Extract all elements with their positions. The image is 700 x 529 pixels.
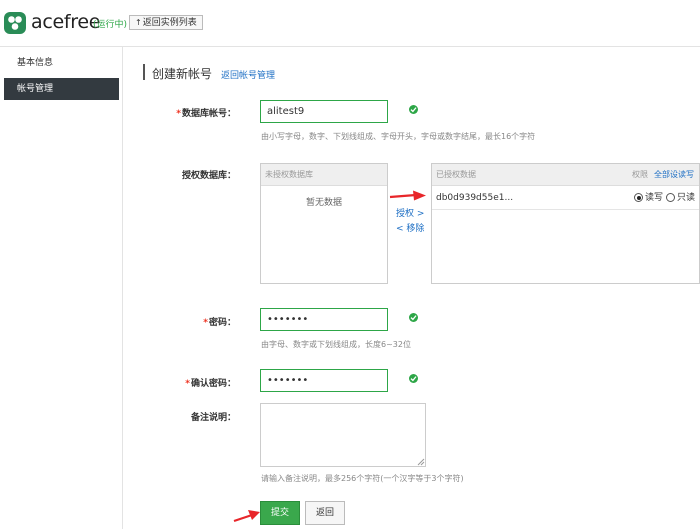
account-label: *数据库帐号： [144,106,236,119]
authorized-db-list: 已授权数据 权限 全部设读写 db0d939d55e1... 读写 只读 [431,163,700,284]
check-icon [409,313,418,322]
sidebar-item-account-management[interactable]: 帐号管理 [4,78,119,100]
permission-header: 权限 [632,170,648,179]
back-to-instance-list-button[interactable]: ↑返回实例列表 [129,15,203,30]
authorized-db-header-label: 已授权数据 [436,170,476,179]
remark-textarea[interactable] [260,403,426,467]
sidebar-item-label: 帐号管理 [17,84,54,94]
arrow-up-icon: ↑ [135,18,142,27]
remark-label: 备注说明： [190,413,236,423]
check-icon [409,374,418,383]
remove-button[interactable]: < 移除 [396,221,424,234]
remark-hint: 请输入备注说明，最多256个字符(一个汉字等于3个字符) [261,474,464,483]
confirm-password-label: *确认密码： [144,376,236,389]
grant-button[interactable]: 授权 > [396,206,424,219]
password-label-text: 密码： [208,318,236,328]
unauthorized-db-header: 未授权数据库 [261,164,387,186]
read-write-label: 读写 [645,193,664,203]
password-input[interactable] [260,308,388,331]
status-badge: (运行中) [93,20,128,30]
instance-name: acefree [31,11,101,33]
unauthorized-db-list[interactable]: 未授权数据库 暂无数据 [260,163,388,284]
authorized-db-header: 已授权数据 权限 全部设读写 [432,164,699,186]
confirm-password-input[interactable] [260,369,388,392]
back-to-instance-list-label: 返回实例列表 [142,18,197,28]
authorized-db-row[interactable]: db0d939d55e1... 读写 只读 [432,186,699,210]
read-write-radio[interactable] [634,193,643,202]
required-mark: * [176,109,181,119]
app-logo-icon [4,12,26,34]
annotation-arrow-icon [389,190,426,201]
db-name: db0d939d55e1... [436,193,514,203]
header: acefree (运行中) ↑返回实例列表 [0,0,700,46]
databases-label: 授权数据库： [181,171,236,181]
account-hint: 由小写字母，数字、下划线组成、字母开头，字母或数字结尾，最长16个字符 [261,132,536,141]
back-button[interactable]: 返回 [305,501,345,525]
set-all-read-write-link[interactable]: 全部设读写 [654,164,694,186]
back-to-account-management-link[interactable]: 返回帐号管理 [221,68,275,81]
required-mark: * [203,318,208,328]
sidebar-item-label: 基本信息 [17,58,54,68]
account-name-input[interactable] [260,100,388,123]
read-only-label: 只读 [677,193,696,203]
confirm-password-label-text: 确认密码： [190,379,236,389]
empty-state-text: 暂无数据 [305,198,342,208]
required-mark: * [185,379,190,389]
submit-button[interactable]: 提交 [260,501,300,525]
account-label-text: 数据库帐号： [181,109,236,119]
password-label: *密码： [144,315,236,328]
sidebar: 基本信息 帐号管理 [0,47,123,529]
resize-grip-icon[interactable] [417,458,425,466]
password-hint: 由字母、数字或下划线组成，长度6~32位 [261,340,411,349]
sidebar-item-basic-info[interactable]: 基本信息 [4,52,119,74]
read-only-radio[interactable] [666,193,675,202]
annotation-arrow-icon [233,510,260,523]
check-icon [409,105,418,114]
title-accent-bar [143,64,145,80]
page-title: 创建新帐号 [152,67,213,81]
